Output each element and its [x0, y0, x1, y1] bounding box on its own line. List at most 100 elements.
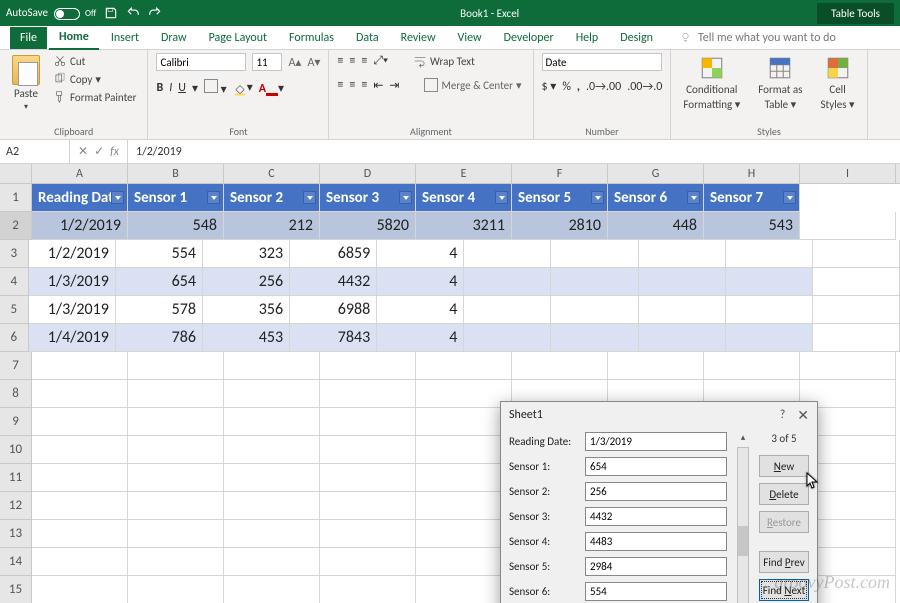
cell[interactable] [224, 380, 320, 408]
cell[interactable] [224, 464, 320, 492]
align-left-icon[interactable]: ≡ [337, 78, 343, 92]
paste-button[interactable]: Paste▾ [8, 53, 44, 114]
col-head-H[interactable]: H [704, 164, 800, 183]
comma-format-button[interactable]: , [577, 80, 580, 94]
filter-dropdown-icon[interactable] [399, 191, 412, 204]
cell[interactable]: 543 [704, 212, 800, 240]
table-header-5[interactable]: Sensor 5 [512, 184, 608, 212]
cell[interactable]: 453 [203, 324, 290, 352]
copy-button[interactable]: Copy ▾ [50, 71, 139, 87]
tab-view[interactable]: View [448, 27, 492, 49]
row-head-2[interactable]: 2 [0, 212, 32, 240]
row-head-3[interactable]: 3 [0, 240, 29, 268]
increase-decimal-button[interactable]: .0→.00 [586, 80, 621, 94]
increase-font-icon[interactable]: A▴ [288, 55, 301, 70]
formula-input[interactable]: 1/2/2019 [128, 145, 900, 159]
tab-data[interactable]: Data [346, 27, 389, 49]
enter-formula-icon[interactable]: ✓ [94, 144, 104, 159]
tell-me-search[interactable]: Tell me what you want to do [679, 31, 836, 45]
table-header-1[interactable]: Sensor 1 [128, 184, 224, 212]
cell[interactable]: 1/3/2019 [29, 296, 116, 324]
row-head-11[interactable]: 11 [0, 464, 32, 492]
dialog-close-icon[interactable]: ✕ [797, 407, 809, 424]
cell[interactable] [224, 576, 320, 603]
row-head-8[interactable]: 8 [0, 380, 32, 408]
cell[interactable]: 4 [377, 240, 464, 268]
col-head-E[interactable]: E [416, 164, 512, 183]
filter-dropdown-icon[interactable] [207, 191, 220, 204]
table-header-6[interactable]: Sensor 6 [608, 184, 704, 212]
row-head-12[interactable]: 12 [0, 492, 32, 520]
cell[interactable] [464, 296, 551, 324]
row-head-1[interactable]: 1 [0, 184, 32, 212]
cell[interactable] [32, 408, 128, 436]
wrap-text-button[interactable]: Wrap Text [410, 53, 478, 69]
row-head-10[interactable]: 10 [0, 436, 32, 464]
fx-icon[interactable]: fx [110, 145, 119, 159]
col-head-F[interactable]: F [512, 164, 608, 183]
cell[interactable]: 4 [377, 268, 464, 296]
cell[interactable] [551, 324, 638, 352]
font-size-selector[interactable] [252, 53, 282, 71]
cell[interactable]: 5820 [320, 212, 416, 240]
format-as-table-button[interactable]: Format asTable ▾ [754, 53, 806, 113]
cell[interactable] [416, 576, 512, 603]
cell[interactable] [128, 492, 224, 520]
tab-formulas[interactable]: Formulas [279, 27, 344, 49]
border-button[interactable]: ▾ [204, 79, 227, 97]
cell[interactable]: 448 [608, 212, 704, 240]
decrease-decimal-button[interactable]: .00→.0 [627, 80, 662, 94]
italic-button[interactable]: I [169, 81, 172, 95]
align-middle-icon[interactable]: ≡ [349, 54, 355, 68]
cell[interactable] [639, 240, 726, 268]
autosave-toggle[interactable]: AutoSave Off [6, 6, 96, 19]
cell[interactable] [639, 268, 726, 296]
cell[interactable]: 786 [116, 324, 203, 352]
row-head-14[interactable]: 14 [0, 548, 32, 576]
table-header-3[interactable]: Sensor 3 [320, 184, 416, 212]
bold-button[interactable]: B [156, 81, 163, 95]
cell[interactable]: 548 [128, 212, 224, 240]
field-input-4[interactable] [585, 532, 727, 551]
cell[interactable] [224, 436, 320, 464]
cell[interactable] [128, 380, 224, 408]
table-header-4[interactable]: Sensor 4 [416, 184, 512, 212]
cell[interactable]: 4 [377, 324, 464, 352]
align-right-icon[interactable]: ≡ [361, 78, 367, 92]
field-input-0[interactable] [585, 432, 727, 451]
cell[interactable] [416, 352, 512, 380]
tab-help[interactable]: Help [566, 27, 609, 49]
col-head-C[interactable]: C [224, 164, 320, 183]
cancel-formula-icon[interactable]: ✕ [78, 144, 88, 159]
row-head-15[interactable]: 15 [0, 576, 32, 603]
tab-page-layout[interactable]: Page Layout [199, 27, 277, 49]
cell[interactable]: 356 [203, 296, 290, 324]
cell[interactable] [224, 352, 320, 380]
field-input-6[interactable] [585, 582, 727, 601]
decrease-font-icon[interactable]: A▾ [307, 55, 320, 70]
scroll-up-icon[interactable]: ▴ [741, 432, 746, 443]
cut-button[interactable]: Cut [50, 53, 139, 69]
cell[interactable] [464, 268, 551, 296]
cell[interactable] [551, 240, 638, 268]
new-button[interactable]: New [759, 455, 809, 477]
filter-dropdown-icon[interactable] [591, 191, 604, 204]
tab-draw[interactable]: Draw [151, 27, 197, 49]
underline-button[interactable]: U [178, 81, 186, 95]
cell-styles-button[interactable]: CellStyles ▾ [817, 53, 859, 113]
field-input-5[interactable] [585, 557, 727, 576]
cell[interactable] [320, 548, 416, 576]
field-input-2[interactable] [585, 482, 727, 501]
conditional-formatting-button[interactable]: ConditionalFormatting ▾ [679, 53, 744, 113]
cell[interactable]: 7843 [290, 324, 377, 352]
cell[interactable] [224, 408, 320, 436]
row-head-9[interactable]: 9 [0, 408, 32, 436]
cell[interactable]: 323 [203, 240, 290, 268]
tab-review[interactable]: Review [391, 27, 446, 49]
cell[interactable] [726, 324, 813, 352]
fill-color-button[interactable]: ▾ [233, 80, 253, 95]
tab-design[interactable]: Design [610, 27, 663, 49]
cell[interactable] [32, 492, 128, 520]
cell[interactable]: 4 [377, 296, 464, 324]
cell[interactable]: 654 [116, 268, 203, 296]
